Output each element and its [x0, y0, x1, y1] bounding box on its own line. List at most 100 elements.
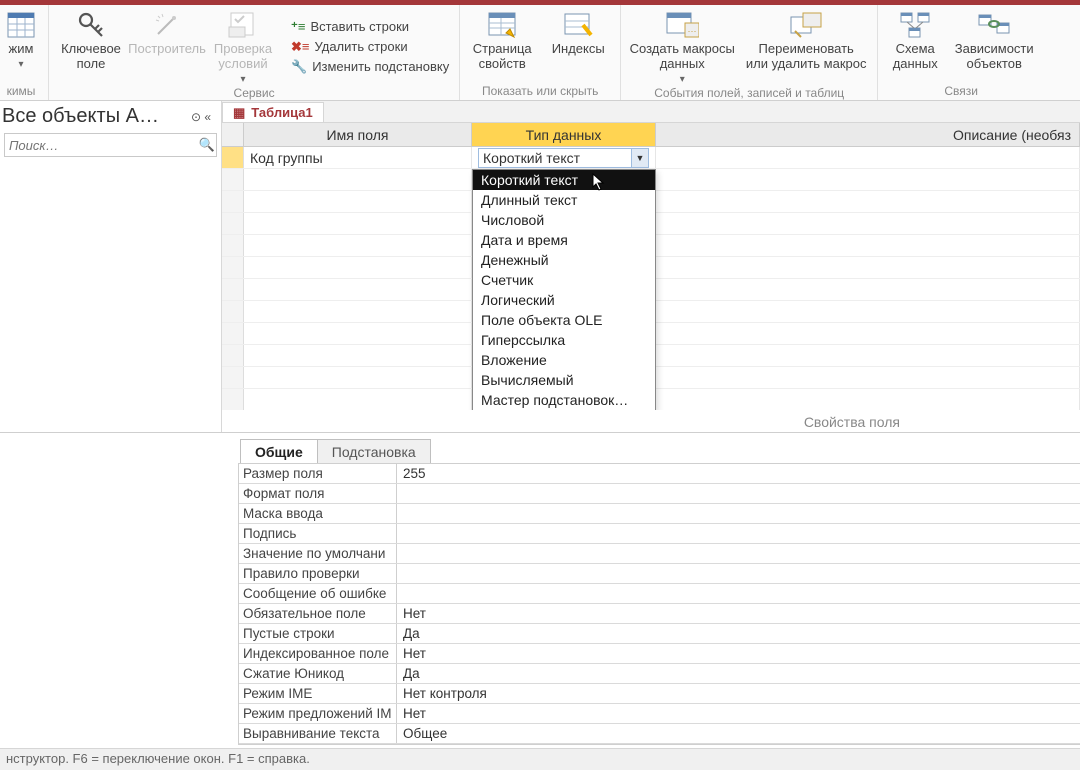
cell-description[interactable]: [656, 213, 1080, 234]
datatype-dropdown[interactable]: Короткий текстДлинный текстЧисловойДата …: [472, 169, 656, 410]
property-row[interactable]: Сообщение об ошибке: [239, 584, 1080, 604]
cell-field-name[interactable]: [244, 191, 472, 212]
property-row[interactable]: Индексированное полеНет: [239, 644, 1080, 664]
cell-field-name[interactable]: [244, 169, 472, 190]
cell-field-name[interactable]: [244, 389, 472, 410]
row-selector[interactable]: [222, 147, 244, 168]
col-header-name[interactable]: Имя поля: [244, 123, 472, 146]
dropdown-option[interactable]: Вложение: [473, 350, 655, 370]
object-deps-button[interactable]: Зависимости объектов: [950, 8, 1038, 83]
tab-lookup[interactable]: Подстановка: [317, 439, 431, 464]
property-row[interactable]: Маска ввода: [239, 504, 1080, 524]
cell-data-type[interactable]: Короткий текст▼: [472, 147, 656, 168]
property-value[interactable]: 255: [397, 464, 1080, 483]
cell-description[interactable]: [656, 235, 1080, 256]
dropdown-option[interactable]: Счетчик: [473, 270, 655, 290]
property-value[interactable]: Нет: [397, 704, 1080, 723]
tab-general[interactable]: Общие: [240, 439, 318, 464]
dropdown-option[interactable]: Логический: [473, 290, 655, 310]
modify-lookup-button[interactable]: 🔧 Изменить подстановку: [287, 57, 453, 77]
cell-field-name[interactable]: [244, 279, 472, 300]
delete-rows-button[interactable]: ✖≡ Удалить строки: [287, 37, 453, 57]
grid-body[interactable]: Код группыКороткий текст▼ Короткий текст…: [222, 147, 1080, 410]
property-row[interactable]: Выравнивание текстаОбщее: [239, 724, 1080, 744]
search-input[interactable]: [5, 138, 198, 153]
property-row[interactable]: Формат поля: [239, 484, 1080, 504]
cell-description[interactable]: [656, 279, 1080, 300]
dropdown-option[interactable]: Короткий текст: [473, 170, 655, 190]
property-value[interactable]: Да: [397, 624, 1080, 643]
relationships-button[interactable]: Схема данных: [884, 8, 946, 83]
row-selector[interactable]: [222, 191, 244, 212]
cell-description[interactable]: [656, 323, 1080, 344]
rename-macro-button[interactable]: Переименовать или удалить макрос: [741, 8, 871, 85]
property-row[interactable]: Обязательное полеНет: [239, 604, 1080, 624]
cell-field-name[interactable]: [244, 345, 472, 366]
primary-key-button[interactable]: Ключевое поле: [55, 8, 127, 85]
row-selector[interactable]: [222, 389, 244, 410]
nav-dropdown-icon[interactable]: ⊙ «: [187, 108, 215, 126]
grid-row[interactable]: Код группы Короткий текст▼: [222, 147, 1080, 169]
property-value[interactable]: Нет: [397, 644, 1080, 663]
property-value[interactable]: [397, 484, 1080, 503]
cell-description[interactable]: [656, 389, 1080, 410]
datatype-combo[interactable]: Короткий текст▼: [478, 148, 649, 168]
cell-field-name[interactable]: Код группы: [244, 147, 472, 168]
property-value[interactable]: Нет контроля: [397, 684, 1080, 703]
cell-description[interactable]: [656, 345, 1080, 366]
property-value[interactable]: Нет: [397, 604, 1080, 623]
cell-field-name[interactable]: [244, 213, 472, 234]
property-row[interactable]: Режим предложений IMНет: [239, 704, 1080, 724]
indexes-button[interactable]: Индексы: [542, 8, 614, 83]
view-button[interactable]: жим ▾: [0, 8, 42, 83]
cell-description[interactable]: [656, 191, 1080, 212]
row-selector[interactable]: [222, 279, 244, 300]
dropdown-option[interactable]: Поле объекта OLE: [473, 310, 655, 330]
row-selector[interactable]: [222, 213, 244, 234]
create-macros-button[interactable]: ⋯ Создать макросы данных ▾: [627, 8, 737, 85]
cell-description[interactable]: [656, 301, 1080, 322]
dropdown-option[interactable]: Мастер подстановок…: [473, 390, 655, 410]
nav-search[interactable]: 🔍: [4, 133, 217, 157]
cell-description[interactable]: [656, 169, 1080, 190]
dropdown-option[interactable]: Вычисляемый: [473, 370, 655, 390]
property-value[interactable]: [397, 504, 1080, 523]
combo-button[interactable]: ▼: [631, 149, 648, 167]
builder-button[interactable]: Построитель: [131, 8, 203, 85]
cell-description[interactable]: [656, 257, 1080, 278]
property-sheet-button[interactable]: Страница свойств: [466, 8, 538, 83]
col-header-desc[interactable]: Описание (необяз: [656, 123, 1080, 146]
row-selector[interactable]: [222, 257, 244, 278]
cell-field-name[interactable]: [244, 367, 472, 388]
validation-button[interactable]: Проверка условий ▾: [207, 8, 279, 85]
property-row[interactable]: Правило проверки: [239, 564, 1080, 584]
property-row[interactable]: Значение по умолчани: [239, 544, 1080, 564]
cell-field-name[interactable]: [244, 323, 472, 344]
dropdown-option[interactable]: Длинный текст: [473, 190, 655, 210]
dropdown-option[interactable]: Числовой: [473, 210, 655, 230]
row-selector[interactable]: [222, 169, 244, 190]
cell-field-name[interactable]: [244, 257, 472, 278]
property-row[interactable]: Режим IMEНет контроля: [239, 684, 1080, 704]
dropdown-option[interactable]: Дата и время: [473, 230, 655, 250]
property-value[interactable]: Да: [397, 664, 1080, 683]
property-row[interactable]: Сжатие ЮникодДа: [239, 664, 1080, 684]
col-header-type[interactable]: Тип данных: [472, 123, 656, 146]
property-value[interactable]: Общее: [397, 724, 1080, 743]
row-selector[interactable]: [222, 235, 244, 256]
cell-description[interactable]: [656, 147, 1080, 168]
property-row[interactable]: Размер поля255: [239, 464, 1080, 484]
row-selector[interactable]: [222, 301, 244, 322]
row-selector[interactable]: [222, 367, 244, 388]
property-row[interactable]: Пустые строкиДа: [239, 624, 1080, 644]
dropdown-option[interactable]: Денежный: [473, 250, 655, 270]
cell-field-name[interactable]: [244, 301, 472, 322]
insert-rows-button[interactable]: ⁺≡ Вставить строки: [287, 17, 453, 37]
cell-field-name[interactable]: [244, 235, 472, 256]
property-value[interactable]: [397, 564, 1080, 583]
row-selector[interactable]: [222, 345, 244, 366]
search-icon[interactable]: 🔍: [198, 137, 216, 153]
property-value[interactable]: [397, 524, 1080, 543]
dropdown-option[interactable]: Гиперссылка: [473, 330, 655, 350]
row-selector[interactable]: [222, 323, 244, 344]
